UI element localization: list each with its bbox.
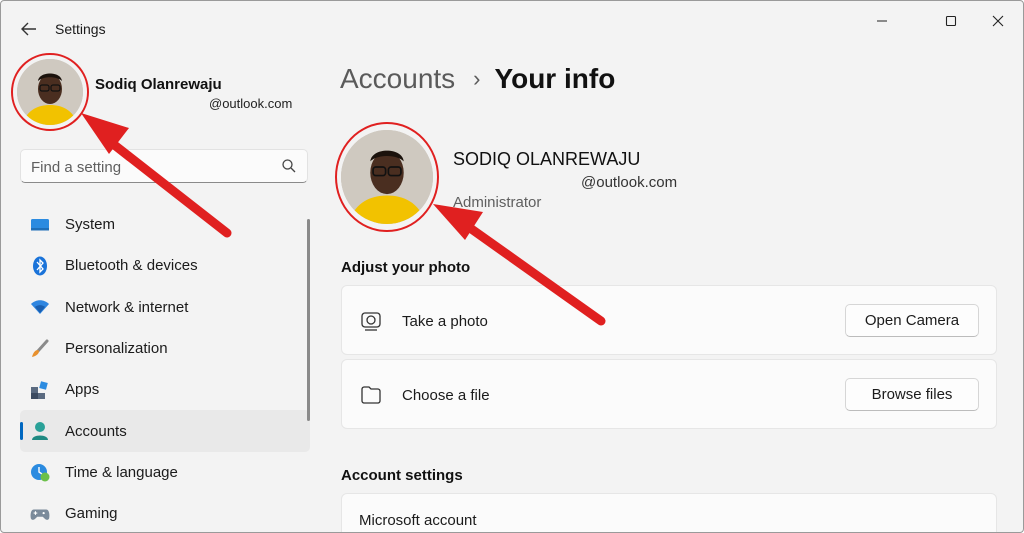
sidebar-item-label: Time & language [65, 463, 178, 481]
profile-name: Sodiq Olanrewaju [95, 76, 222, 93]
clock-globe-icon [30, 462, 50, 482]
profile-photo-icon [341, 130, 433, 224]
sidebar-nav: System Bluetooth & devices Network & int… [20, 204, 310, 532]
sidebar-item-label: System [65, 216, 116, 234]
maximize-button[interactable] [928, 7, 974, 35]
sidebar-item-label: Bluetooth & devices [65, 257, 198, 275]
sidebar-item-label: Network & internet [65, 298, 189, 316]
sidebar-item-apps[interactable]: Apps [20, 369, 310, 410]
app-title: Settings [55, 21, 106, 37]
user-name: SODIQ OLANREWAJU [453, 149, 641, 169]
sidebar-item-label: Apps [65, 381, 100, 399]
sidebar-item-system[interactable]: System [20, 204, 310, 245]
sidebar-avatar[interactable] [17, 59, 83, 125]
take-photo-label: Take a photo [402, 313, 488, 330]
close-button[interactable] [975, 7, 1021, 35]
sidebar-item-gaming[interactable]: Gaming [20, 493, 310, 532]
account-settings-heading: Account settings [341, 467, 463, 484]
sidebar-item-personalization[interactable]: Personalization [20, 328, 310, 369]
choose-file-card: Choose a file Browse files [341, 359, 997, 429]
gamepad-icon [30, 504, 50, 524]
search-input[interactable] [31, 156, 271, 178]
folder-icon [361, 386, 381, 404]
user-role: Administrator [453, 194, 542, 211]
profile-email: @outlook.com [209, 96, 293, 111]
minimize-icon [877, 20, 887, 22]
back-arrow-icon [21, 22, 36, 36]
monitor-icon [30, 215, 50, 235]
open-camera-button[interactable]: Open Camera [845, 304, 979, 337]
adjust-photo-heading: Adjust your photo [341, 259, 471, 276]
sidebar-item-label: Personalization [65, 340, 168, 358]
wifi-icon [30, 297, 50, 317]
sidebar-scrollbar[interactable] [307, 219, 310, 421]
sidebar-item-label: Gaming [65, 505, 118, 523]
sidebar-item-bluetooth[interactable]: Bluetooth & devices [20, 245, 310, 286]
minimize-button[interactable] [859, 7, 905, 35]
search-icon[interactable] [281, 158, 297, 174]
paintbrush-icon [30, 339, 50, 359]
person-icon [30, 421, 50, 441]
apps-icon [30, 380, 50, 400]
sidebar-avatar-highlight [11, 53, 89, 131]
camera-icon [361, 312, 381, 331]
sidebar-item-time-language[interactable]: Time & language [20, 452, 310, 493]
profile-photo-icon [17, 59, 83, 125]
main-avatar [341, 130, 433, 224]
sidebar-item-network[interactable]: Network & internet [20, 287, 310, 328]
page-title: Your info [494, 63, 616, 94]
take-photo-card: Take a photo Open Camera [341, 285, 997, 355]
maximize-icon [945, 15, 957, 27]
main-avatar-highlight [335, 122, 439, 232]
sidebar-item-label: Accounts [65, 422, 127, 440]
microsoft-account-label: Microsoft account [359, 512, 477, 529]
breadcrumb: Accounts › Your info [340, 63, 615, 95]
search-box[interactable] [20, 149, 308, 183]
microsoft-account-card[interactable]: Microsoft account [341, 493, 997, 532]
browse-files-button[interactable]: Browse files [845, 378, 979, 411]
user-email: @outlook.com [581, 174, 678, 191]
back-button[interactable] [15, 15, 43, 43]
bluetooth-icon [30, 256, 50, 276]
settings-window: Settings Sodiq Olanrewaju @outlook.com F… [0, 0, 1024, 533]
title-bar: Settings [1, 1, 1023, 57]
close-icon [992, 15, 1004, 27]
breadcrumb-parent[interactable]: Accounts [340, 63, 455, 95]
breadcrumb-separator: › [473, 66, 481, 91]
choose-file-label: Choose a file [402, 387, 490, 404]
sidebar-item-accounts[interactable]: Accounts [20, 410, 310, 452]
